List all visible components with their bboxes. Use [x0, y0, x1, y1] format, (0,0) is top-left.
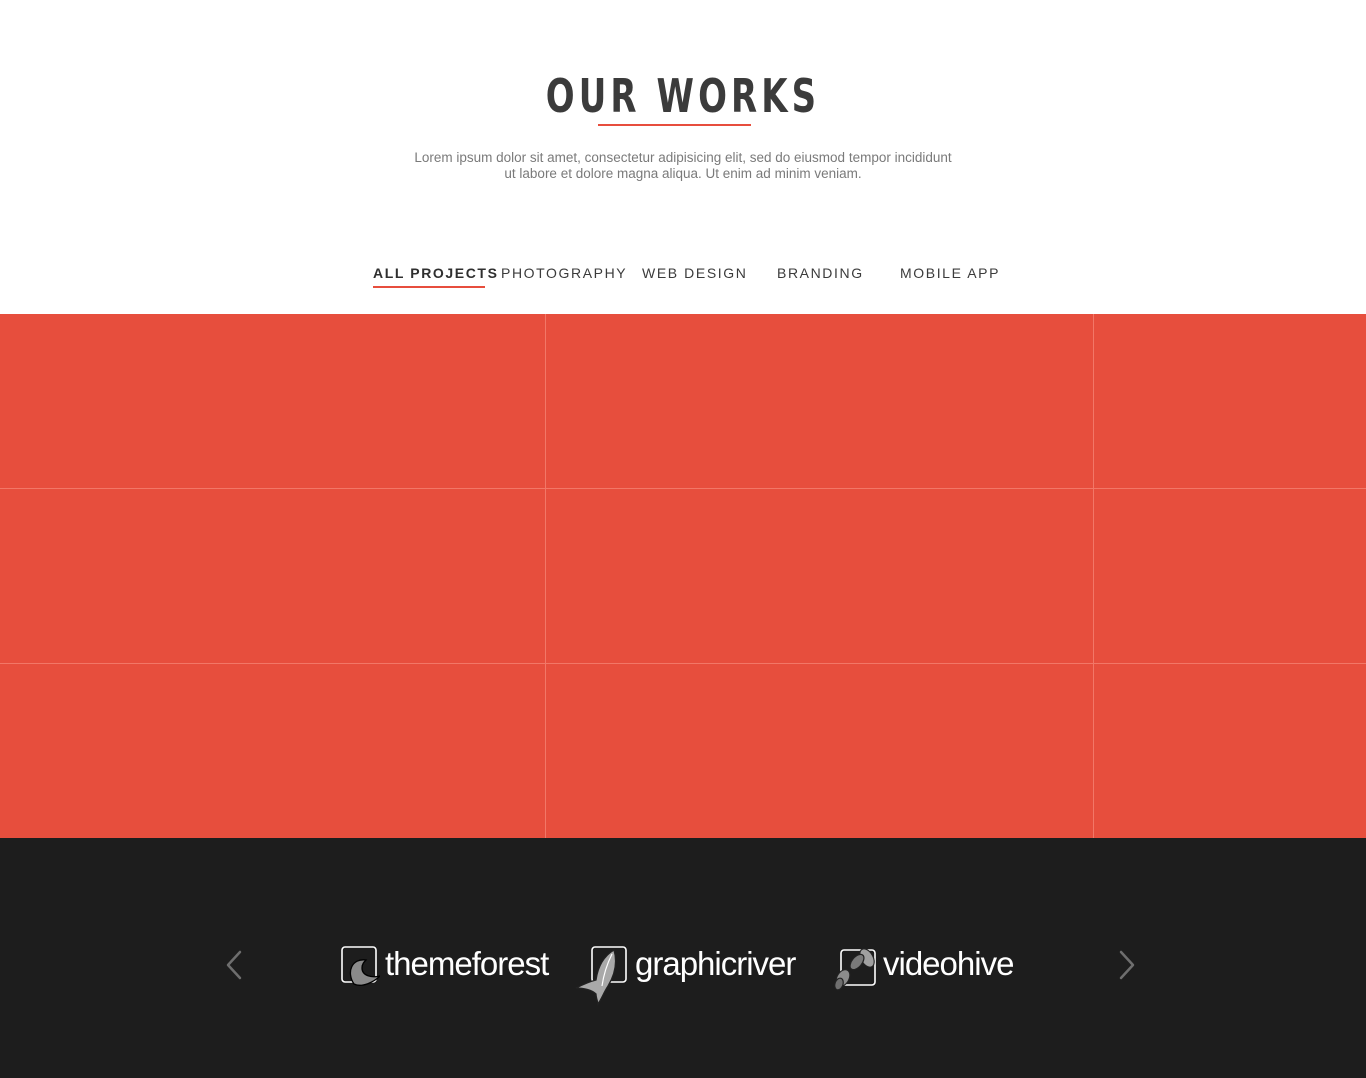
- carousel-prev-button[interactable]: [222, 948, 246, 982]
- client-logo-themeforest[interactable]: themeforest: [340, 942, 555, 1002]
- clients-carousel: themeforest graphicriver videohive: [0, 838, 1366, 1078]
- filter-mobile-app[interactable]: MOBILE APP: [900, 262, 1000, 284]
- bees-icon: [834, 948, 876, 991]
- portfolio-item[interactable]: [546, 314, 1094, 489]
- works-header: OUR WORKS Lorem ipsum dolor sit amet, co…: [0, 0, 1366, 314]
- portfolio-item[interactable]: [1094, 314, 1366, 489]
- portfolio-grid: [0, 314, 1366, 838]
- portfolio-item[interactable]: [0, 489, 546, 664]
- portfolio-filter-nav: ALL PROJECTS PHOTOGRAPHY WEB DESIGN BRAN…: [0, 262, 1366, 292]
- portfolio-item[interactable]: [1094, 664, 1366, 838]
- filter-all-projects[interactable]: ALL PROJECTS: [373, 262, 499, 288]
- portfolio-item[interactable]: [546, 664, 1094, 838]
- fish-icon: [575, 946, 627, 1006]
- description-line-1: Lorem ipsum dolor sit amet, consectetur …: [414, 150, 952, 165]
- page-title: OUR WORKS: [545, 69, 821, 123]
- client-logo-graphicriver[interactable]: graphicriver: [574, 942, 800, 1006]
- chevron-left-icon: [226, 950, 242, 980]
- title-underline: [598, 124, 751, 126]
- portfolio-item[interactable]: [546, 489, 1094, 664]
- portfolio-item[interactable]: [0, 314, 546, 489]
- filter-web-design[interactable]: WEB DESIGN: [642, 262, 747, 284]
- logo-name: themeforest: [385, 945, 549, 982]
- leaf-icon: [341, 946, 380, 986]
- filter-photography[interactable]: PHOTOGRAPHY: [501, 262, 627, 284]
- section-description: Lorem ipsum dolor sit amet, consectetur …: [383, 150, 983, 182]
- portfolio-item[interactable]: [1094, 489, 1366, 664]
- portfolio-item[interactable]: [0, 664, 546, 838]
- chevron-right-icon: [1119, 950, 1135, 980]
- description-line-2: ut labore et dolore magna aliqua. Ut eni…: [504, 166, 862, 181]
- carousel-next-button[interactable]: [1115, 948, 1139, 982]
- logo-name: videohive: [883, 945, 1014, 982]
- filter-branding[interactable]: BRANDING: [777, 262, 864, 284]
- logo-name: graphicriver: [635, 945, 796, 982]
- client-logo-videohive[interactable]: videohive: [833, 942, 1019, 1002]
